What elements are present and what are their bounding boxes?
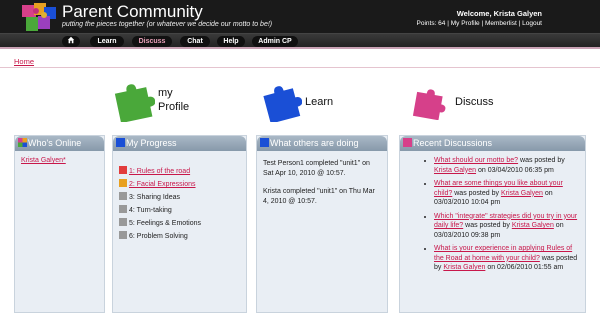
whos-online-panel: Who's Online Krista Galyen*: [14, 135, 105, 313]
separator: |: [447, 20, 449, 27]
progress-item: 5: Feelings & Emotions: [119, 217, 240, 230]
discussion-meta: was posted by: [518, 157, 565, 164]
my-progress-panel: My Progress 1: Rules of the road 2: Faci…: [112, 135, 247, 313]
puzzle-icon: [116, 138, 125, 147]
nav-chat[interactable]: Chat: [180, 36, 210, 47]
discussion-author-link[interactable]: Krista Galyen: [443, 264, 485, 271]
memberlist-link[interactable]: Memberlist: [485, 20, 517, 27]
progress-item-label[interactable]: 2: Facial Expressions: [129, 181, 196, 188]
activity-entry: Krista completed "unit1" on Thu Mar 4, 2…: [263, 188, 375, 205]
discussion-item: What is your experience in applying Rule…: [434, 244, 579, 273]
discussion-topic-link[interactable]: What should our motto be?: [434, 157, 518, 164]
separator: |: [481, 20, 484, 27]
panel-header: Recent Discussions: [400, 136, 585, 151]
progress-item[interactable]: 1: Rules of the road: [119, 165, 240, 178]
puzzle-piece-icon: [119, 192, 127, 200]
profile-icon-label-line2[interactable]: Profile: [158, 101, 189, 113]
others-activity-panel: What others are doing Test Person1 compl…: [256, 135, 388, 313]
nav-admin-cp[interactable]: Admin CP: [252, 36, 298, 47]
points-text: Points: 64: [416, 20, 446, 27]
divider: [0, 67, 600, 68]
discussion-date: on 02/06/2010 01:55 am: [485, 264, 564, 271]
progress-item[interactable]: 2: Facial Expressions: [119, 178, 240, 191]
home-icon: [67, 36, 75, 44]
puzzle-icon: [403, 138, 412, 147]
panel-title: My Progress: [126, 138, 177, 148]
logout-link[interactable]: Logout: [522, 20, 542, 27]
progress-item: 4: Turn-taking: [119, 204, 240, 217]
site-header: Parent Community putting the pieces toge…: [0, 0, 600, 33]
discussion-author-link[interactable]: Krista Galyen: [501, 190, 543, 197]
separator: |: [518, 20, 521, 27]
discussion-meta: was posted by: [452, 189, 501, 197]
discussion-item: What are some things you like about your…: [434, 179, 579, 208]
puzzle-piece-icon: [119, 166, 127, 174]
discussion-author-link[interactable]: Krista Galyen: [434, 167, 476, 174]
progress-item-label: 5: Feelings & Emotions: [129, 220, 201, 227]
discussion-author-link[interactable]: Krista Galyen: [512, 222, 554, 229]
progress-item-label[interactable]: 1: Rules of the road: [129, 168, 190, 175]
puzzle-piece-icon: [119, 205, 127, 213]
panel-title: Recent Discussions: [413, 138, 493, 148]
site-title: Parent Community: [62, 2, 203, 21]
progress-item: 3: Sharing Ideas: [119, 191, 240, 204]
puzzle-piece-icon: [119, 231, 127, 239]
learn-puzzle-icon[interactable]: [262, 82, 302, 122]
recent-discussions-panel: Recent Discussions What should our motto…: [399, 135, 586, 313]
profile-puzzle-icon[interactable]: [113, 80, 155, 122]
puzzle-piece-icon: [119, 218, 127, 226]
discussion-meta: was posted by: [463, 222, 512, 229]
discussion-item: Which "integrate" strategies did you try…: [434, 212, 579, 241]
user-bar: Points: 64 | My Profile | Memberlist | L…: [417, 20, 543, 27]
discussion-date: on 03/04/2010 06:35 pm: [476, 166, 554, 174]
puzzle-logo-icon[interactable]: [20, 1, 58, 33]
discussion-item: What should our motto be? was posted by …: [434, 156, 579, 175]
panel-header: My Progress: [113, 136, 246, 151]
nav-home-button[interactable]: [62, 36, 80, 47]
puzzle-piece-icon: [119, 179, 127, 187]
welcome-text: Welcome, Krista Galyen: [456, 9, 542, 18]
panel-title: What others are doing: [270, 138, 359, 148]
puzzle-icon: [260, 138, 269, 147]
nav-help[interactable]: Help: [217, 36, 245, 47]
progress-item-label: 3: Sharing Ideas: [129, 194, 180, 201]
progress-item-label: 6: Problem Solving: [129, 233, 188, 240]
site-motto: putting the pieces together (or whatever…: [62, 21, 273, 28]
puzzle-icon: [18, 138, 27, 147]
my-profile-link[interactable]: My Profile: [451, 20, 480, 27]
discuss-icon-label[interactable]: Discuss: [455, 96, 494, 108]
nav-learn[interactable]: Learn: [90, 36, 124, 47]
nav-discuss[interactable]: Discuss: [132, 36, 172, 47]
learn-icon-label[interactable]: Learn: [305, 96, 333, 108]
activity-entry: Test Person1 completed "unit1" on Sat Ap…: [263, 160, 370, 177]
progress-item-label: 4: Turn-taking: [129, 207, 172, 214]
panel-title: Who's Online: [28, 138, 82, 148]
discuss-puzzle-icon[interactable]: [412, 86, 446, 120]
breadcrumb-home[interactable]: Home: [14, 57, 34, 66]
online-user-link[interactable]: Krista Galyen*: [21, 157, 98, 164]
main-nav: Learn Discuss Chat Help Admin CP: [0, 33, 600, 49]
panel-header: Who's Online: [15, 136, 104, 151]
progress-item: 6: Problem Solving: [119, 230, 240, 243]
panel-header: What others are doing: [257, 136, 387, 151]
profile-icon-label-line1[interactable]: my: [158, 87, 173, 99]
